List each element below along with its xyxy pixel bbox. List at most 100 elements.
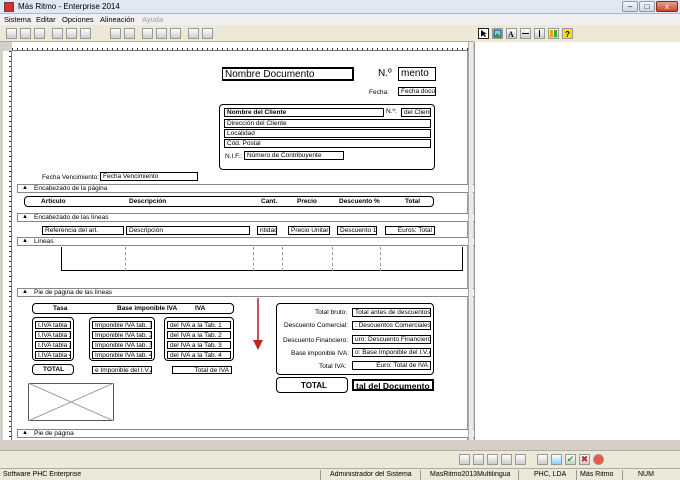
- tax-col-base: Base imponible IVA: [117, 305, 178, 312]
- center-h-icon[interactable]: [188, 28, 199, 39]
- same-width-icon[interactable]: [110, 28, 121, 39]
- document-number-field[interactable]: mento: [398, 67, 436, 81]
- vline-icon[interactable]: [534, 28, 545, 39]
- tax-iva-3[interactable]: del IVA a la Tab. 3: [167, 341, 231, 349]
- collapse-arrow-icon[interactable]: ▲: [22, 185, 28, 192]
- tax-rate-4[interactable]: I.IVA tabla 4: [35, 351, 71, 359]
- tax-total-base[interactable]: e Imponible del I.V.A.: [92, 366, 152, 374]
- line-total-field[interactable]: Euros: Total: [385, 226, 435, 235]
- list-icon[interactable]: [487, 454, 498, 465]
- line-icon[interactable]: [520, 28, 531, 39]
- image-icon[interactable]: [492, 28, 503, 39]
- client-no-field[interactable]: del Cliente: [401, 108, 431, 117]
- tax-rate-2[interactable]: I.IVA tabla 2: [35, 331, 71, 339]
- status-module: Más Ritmo: [580, 471, 614, 478]
- client-address-field[interactable]: Dirección del Cliente: [224, 119, 431, 128]
- minimize-button[interactable]: –: [622, 1, 638, 12]
- align-left-icon[interactable]: [6, 28, 17, 39]
- grand-total-field[interactable]: tal del Documento: [352, 379, 434, 391]
- vertical-ruler: [3, 51, 12, 440]
- number-label: N.º: [378, 68, 392, 79]
- same-size-icon[interactable]: [142, 28, 153, 39]
- section-page-footer[interactable]: ▲ Pie de página: [17, 429, 479, 438]
- tax-rate-1[interactable]: I.IVA tabla 1: [35, 321, 71, 329]
- document-title-field[interactable]: Nombre Documento: [222, 67, 354, 81]
- tax-base-3[interactable]: Imponible IVA tab. 3: [92, 341, 152, 349]
- line-ref-field[interactable]: Referencia del art.: [42, 226, 124, 235]
- barcode-icon[interactable]: [548, 28, 559, 39]
- base-iva-field[interactable]: o: Base Imponible del I.V.A.: [352, 348, 431, 357]
- line-qty-field[interactable]: ntidad: [257, 226, 277, 235]
- tax-iva-1[interactable]: del IVA a la Tab. 1: [167, 321, 231, 329]
- menu-alineacion[interactable]: Alineación: [100, 15, 135, 24]
- tax-col-iva: IVA: [195, 305, 206, 312]
- due-date-label: Fecha Vencimiento:: [42, 174, 100, 181]
- menu-ayuda[interactable]: Ayuda: [142, 15, 163, 24]
- tax-rate-3[interactable]: I.IVA tabla 3: [35, 341, 71, 349]
- desc-financiero-field[interactable]: uro: Descuento Financiero: [352, 335, 431, 344]
- tax-iva-2[interactable]: del IVA a la Tab. 2: [167, 331, 231, 339]
- tools-icon[interactable]: [459, 454, 470, 465]
- total-bruto-label: Total bruto:: [315, 309, 348, 316]
- collapse-arrow-icon[interactable]: ▲: [22, 289, 28, 296]
- picture-icon[interactable]: [501, 454, 512, 465]
- help-icon[interactable]: ?: [562, 28, 573, 39]
- align-bottom-icon[interactable]: [80, 28, 91, 39]
- menu-opciones[interactable]: Opciones: [62, 15, 94, 24]
- report-canvas: Nombre Documento N.º mento Fecha: Fecha …: [12, 51, 479, 440]
- app-icon: [4, 2, 14, 12]
- grid-icon[interactable]: [515, 454, 526, 465]
- client-city-field[interactable]: Localidad: [224, 129, 431, 138]
- collapse-arrow-icon[interactable]: ▲: [22, 214, 28, 221]
- delete-icon[interactable]: [537, 454, 548, 465]
- pointer-icon[interactable]: [478, 28, 489, 39]
- client-name-field[interactable]: Nombre del Cliente: [224, 108, 384, 117]
- vertical-scrollbar[interactable]: [468, 42, 473, 440]
- tax-base-1[interactable]: Imponible IVA tab. 1: [92, 321, 152, 329]
- desc-comercial-field[interactable]: : Descuentos Comerciales: [352, 321, 431, 330]
- same-height-icon[interactable]: [124, 28, 135, 39]
- line-price-field[interactable]: Precio Unitario: [288, 226, 330, 235]
- ok-icon[interactable]: ✔: [565, 454, 576, 465]
- date-field[interactable]: Fecha docur: [398, 87, 436, 96]
- cancel-icon[interactable]: ✖: [579, 454, 590, 465]
- maximize-button[interactable]: □: [639, 1, 655, 12]
- tax-base-4[interactable]: Imponible IVA tab. 4: [92, 351, 152, 359]
- total-bruto-field[interactable]: Total antes de descuentos: [352, 308, 431, 317]
- section-lines-header[interactable]: ▲ Encabezado de las líneas: [17, 213, 479, 222]
- section-lines[interactable]: ▲ Líneas: [17, 237, 479, 246]
- nif-field[interactable]: Número de Contribuyente: [244, 151, 344, 160]
- line-disc-field[interactable]: Descuento 1: [337, 226, 377, 235]
- due-date-field[interactable]: Fecha Vencimiento: [100, 172, 198, 181]
- center-v-icon[interactable]: [202, 28, 213, 39]
- title-bar: Más Ritmo - Enterprise 2014 – □ x: [0, 0, 680, 14]
- collapse-arrow-icon[interactable]: ▲: [22, 430, 28, 437]
- menu-sistema[interactable]: Sistema: [4, 15, 31, 24]
- text-icon[interactable]: A: [506, 28, 517, 39]
- client-postal-field[interactable]: Cód. Postal: [224, 139, 431, 148]
- properties-icon[interactable]: [473, 454, 484, 465]
- close-button[interactable]: x: [656, 1, 678, 12]
- space-h-icon[interactable]: [156, 28, 167, 39]
- section-lines-footer[interactable]: ▲ Pie de página de las líneas: [17, 288, 479, 297]
- exit-icon[interactable]: [593, 454, 604, 465]
- tax-iva-4[interactable]: del IVA a la Tab. 4: [167, 351, 231, 359]
- col-description: Descripción: [129, 198, 167, 205]
- menu-editar[interactable]: Editar: [36, 15, 56, 24]
- image-placeholder[interactable]: [28, 383, 114, 421]
- align-middle-icon[interactable]: [66, 28, 77, 39]
- total-iva-field[interactable]: Euro: Total de IVA: [352, 361, 431, 370]
- tax-base-2[interactable]: Imponible IVA tab. 2: [92, 331, 152, 339]
- preview-icon[interactable]: [551, 454, 562, 465]
- align-center-icon[interactable]: [20, 28, 31, 39]
- menu-bar: Sistema Editar Opciones Alineación Ayuda: [0, 14, 680, 25]
- align-top-icon[interactable]: [52, 28, 63, 39]
- space-v-icon[interactable]: [170, 28, 181, 39]
- properties-panel: [474, 42, 680, 440]
- section-page-header[interactable]: ▲ Encabezado de la página: [17, 184, 479, 193]
- align-right-icon[interactable]: [34, 28, 45, 39]
- collapse-arrow-icon[interactable]: ▲: [22, 238, 28, 245]
- line-desc-field[interactable]: Descripción: [126, 226, 250, 235]
- tax-total-iva[interactable]: Total de IVA: [172, 366, 232, 374]
- column-header-row: Artículo Descripción Cant. Precio Descue…: [24, 196, 434, 207]
